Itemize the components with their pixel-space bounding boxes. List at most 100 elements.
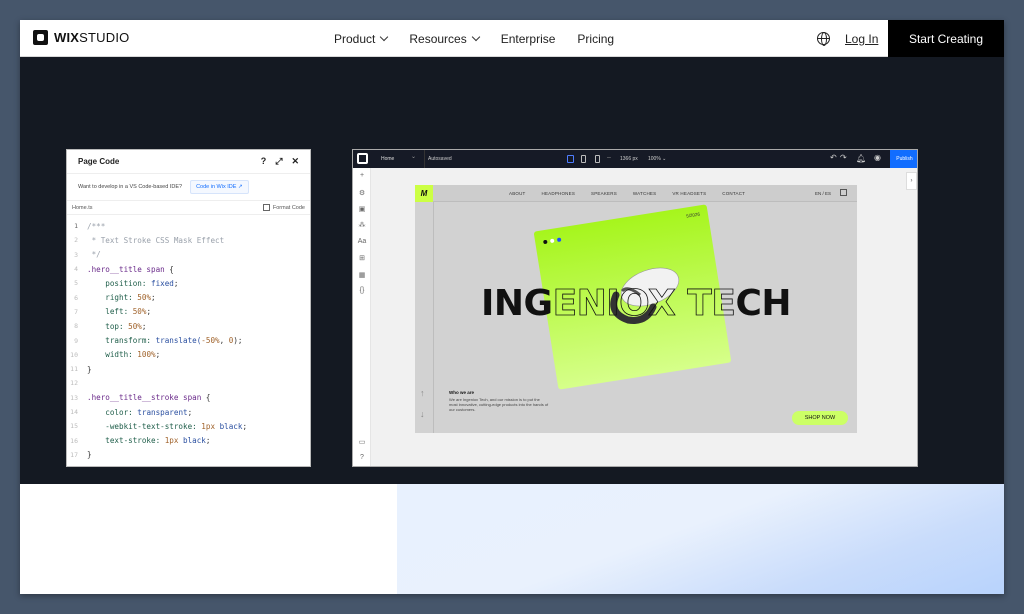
code-token: , (219, 336, 229, 346)
site-nav-headphones[interactable]: HEADPHONES (542, 191, 576, 196)
start-creating-button[interactable]: Start Creating (888, 20, 1004, 57)
arrow-down-icon[interactable]: ↓ (420, 409, 425, 419)
ide-prompt: Want to develop in a VS Code-based IDE? (78, 184, 183, 190)
editor-left-toolbar: + ⚙ ▣ ⁂ Aa ⊞ ▦ {} ▭ ? (353, 168, 371, 466)
right-panel-toggle[interactable]: › (906, 172, 917, 190)
preview-icon[interactable]: ◉ (874, 153, 881, 162)
layers-icon[interactable]: ⚙ (353, 189, 371, 197)
undo-icon[interactable]: ↶ (830, 153, 837, 162)
zoom-select[interactable]: 100% ⌄ (648, 156, 666, 162)
code-token: 100% (137, 350, 156, 360)
external-link-icon: ↗ (237, 184, 243, 190)
code-line[interactable]: 13 .hero__title__stroke span { (67, 391, 310, 405)
expand-icon[interactable]: ⤢ (275, 156, 282, 167)
add-icon[interactable]: + (353, 172, 371, 179)
code-line[interactable]: 11} (67, 362, 310, 376)
dot-black[interactable] (543, 239, 548, 245)
nav-product[interactable]: Product (334, 32, 389, 46)
code-token: ; (173, 278, 179, 288)
wix-studio-logo[interactable]: WIXSTUDIO (33, 30, 129, 45)
width-readout[interactable]: 1366 px (620, 156, 638, 162)
shop-now-button[interactable]: SHOP NOW (792, 411, 848, 425)
code-token: black (215, 421, 243, 431)
chevron-down-icon (471, 32, 480, 41)
design-icon[interactable]: ⁂ (353, 221, 371, 229)
who-we-are: Who we are We are Ingeniox Tech, and our… (449, 390, 549, 412)
page-select[interactable]: Home (375, 150, 425, 168)
site-nav-contact[interactable]: CONTACT (722, 191, 745, 196)
bottom-white-section (20, 484, 397, 594)
help-icon[interactable]: ? (353, 454, 371, 461)
nav-pricing[interactable]: Pricing (577, 32, 614, 46)
code-line[interactable]: 1 /*** (67, 219, 310, 233)
help-icon[interactable]: ? (261, 156, 267, 167)
cms-icon[interactable]: ▦ (353, 271, 371, 279)
card-date: 5/2026 (685, 211, 701, 219)
wix-editor-logo-icon[interactable] (357, 153, 368, 164)
code-token: color: (87, 407, 138, 417)
code-editor[interactable]: 1/*** 2 * Text Stroke CSS Mask Effect 3 */… (67, 215, 310, 462)
chat-icon[interactable]: ▭ (353, 438, 371, 446)
apps-icon[interactable]: ⊞ (353, 254, 371, 262)
text-icon[interactable]: Aa (353, 238, 371, 245)
mobile-icon[interactable] (595, 155, 600, 163)
globe-icon[interactable] (817, 32, 830, 46)
pages-icon[interactable]: ▣ (353, 205, 371, 213)
redo-icon[interactable]: ↷ (840, 153, 847, 162)
desktop-icon[interactable] (567, 155, 574, 163)
code-line[interactable]: 8 top: 50%; (67, 319, 310, 333)
line-number: 15 (70, 422, 78, 431)
line-number: 12 (70, 379, 78, 388)
nav-resources[interactable]: Resources (409, 32, 480, 46)
format-icon (262, 204, 270, 211)
main-nav: Product Resources Enterprise Pricing (334, 20, 614, 57)
notifications-icon[interactable]: 🔔︎ (856, 154, 866, 163)
close-icon[interactable]: ✕ (291, 156, 299, 167)
code-token: ; (205, 436, 211, 446)
code-line[interactable]: 12 (67, 376, 310, 390)
code-line[interactable]: 5 position: fixed; (67, 276, 310, 290)
publish-button[interactable]: Publish (890, 150, 917, 168)
site-preview[interactable]: M ABOUT HEADPHONES SPEAKERS WATCHES VR H… (415, 185, 857, 433)
line-number: 10 (70, 350, 78, 359)
site-header: M ABOUT HEADPHONES SPEAKERS WATCHES VR H… (415, 185, 857, 202)
code-line[interactable]: 16 text-stroke: 1px black; (67, 433, 310, 447)
code-token: transparent (137, 407, 188, 417)
code-line[interactable]: 2 * Text Stroke CSS Mask Effect (67, 233, 310, 247)
dot-white[interactable] (549, 238, 555, 244)
arrow-up-icon[interactable]: ↑ (420, 388, 425, 398)
code-line[interactable]: 17} (67, 448, 310, 462)
dot-blue[interactable] (556, 237, 562, 243)
line-number: 3 (74, 250, 78, 259)
code-line[interactable]: 9 transform: translate(-50%, 0); (67, 333, 310, 347)
line-number: 6 (74, 293, 78, 302)
language-switcher[interactable]: EN / ES (815, 191, 831, 196)
code-token: 1px (201, 421, 216, 431)
code-icon[interactable]: {} (353, 287, 371, 294)
format-code-button[interactable]: Format Code (262, 204, 305, 211)
login-link[interactable]: Log In (845, 32, 878, 46)
site-nav-vr-headsets[interactable]: VR HEADSETS (672, 191, 706, 196)
code-in-wix-ide-button[interactable]: Code in Wix IDE ↗ (190, 180, 249, 194)
site-logo[interactable]: M (415, 185, 433, 202)
brand-light: STUDIO (79, 30, 130, 45)
code-token: 50% (128, 321, 142, 331)
code-line[interactable]: 10 width: 100%; (67, 348, 310, 362)
editor-top-bar: Home Autosaved – 1366 px 100% ⌄ ↶ ↷ 🔔︎ ◉… (353, 150, 917, 168)
site-nav-watches[interactable]: WATCHES (633, 191, 656, 196)
nav-enterprise[interactable]: Enterprise (501, 32, 556, 46)
code-token: 50% (132, 307, 147, 317)
code-line[interactable]: 14 color: transparent; (67, 405, 310, 419)
line-number: 7 (74, 307, 78, 316)
tablet-icon[interactable] (581, 155, 586, 163)
code-line[interactable]: 7 left: 50%; (67, 305, 310, 319)
line-number: 9 (74, 336, 78, 345)
code-line[interactable]: 3 */ (67, 248, 310, 262)
cart-icon[interactable] (840, 189, 847, 196)
code-line[interactable]: 4 .hero__title span { (67, 262, 310, 276)
site-nav-speakers[interactable]: SPEAKERS (591, 191, 617, 196)
code-line[interactable]: 15 -webkit-text-stroke: 1px black; (67, 419, 310, 433)
code-line[interactable]: 6 right: 50%; (67, 290, 310, 304)
site-nav-about[interactable]: ABOUT (509, 191, 526, 196)
file-tab[interactable]: Home.ts (72, 205, 263, 211)
